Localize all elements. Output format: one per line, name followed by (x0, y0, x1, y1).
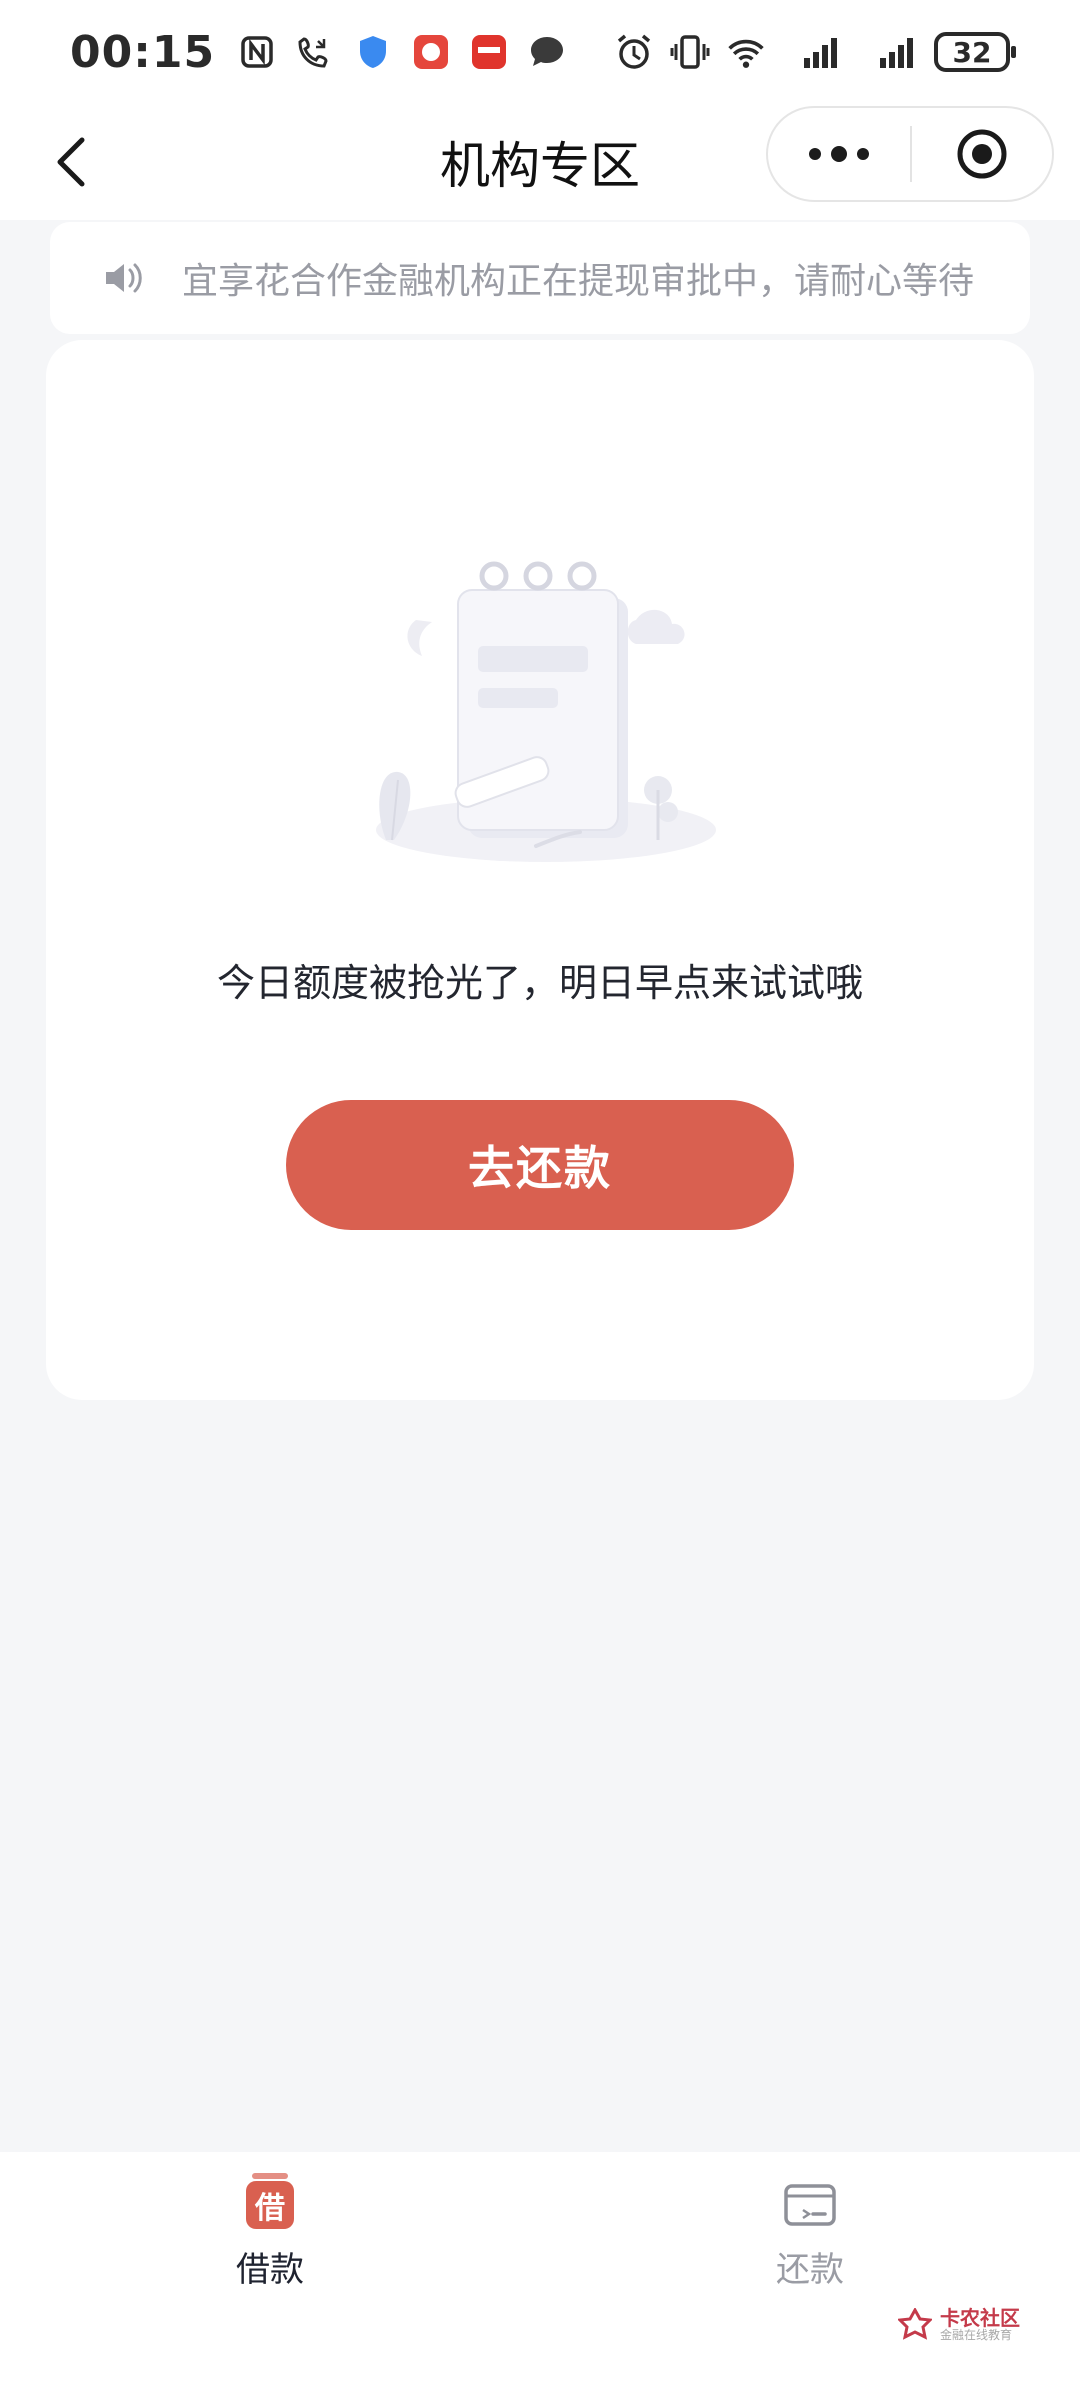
status-bar: 00:15 32 (0, 0, 1080, 104)
tab-repay-label: 还款 (776, 2250, 844, 2290)
watermark-title: 卡农社区 (940, 2306, 1020, 2331)
signal-5g-icon (782, 32, 842, 72)
alarm-icon (614, 32, 654, 72)
app-notification-icon-2 (469, 32, 509, 72)
tab-borrow-label: 借款 (236, 2250, 304, 2290)
empty-state-message: 今日额度被抢光了，明日早点来试试哦 (216, 961, 863, 1005)
vibrate-icon (670, 32, 710, 72)
screen: 00:15 32 机构专区 宜享花合作金融机构正在提现审批中，请耐心等待 今日额… (0, 0, 1080, 2400)
tab-borrow[interactable]: 借 借款 (0, 2152, 540, 2400)
status-right-icons: 32 (614, 32, 1016, 72)
borrow-tab-icon-wrap: 借 (243, 2173, 297, 2232)
notice-text: 宜享花合作金融机构正在提现审批中，请耐心等待 (182, 261, 975, 302)
call-icon (295, 32, 335, 72)
back-button[interactable] (40, 130, 104, 194)
battery-indicator: 32 (934, 32, 1016, 72)
status-left-icons (237, 32, 567, 72)
message-icon (527, 32, 567, 72)
borrow-icon: 借 (246, 2173, 294, 2229)
chevron-left-icon (57, 137, 85, 187)
signal-4g-icon (858, 32, 918, 72)
status-time: 00:15 (70, 26, 216, 78)
notice-bar: 宜享花合作金融机构正在提现审批中，请耐心等待 (50, 222, 1030, 334)
target-close-icon (957, 129, 1007, 179)
page-title: 机构专区 (440, 137, 640, 195)
app-notification-icon (411, 32, 451, 72)
more-dot-icon (831, 146, 847, 162)
wifi-icon (726, 32, 766, 72)
empty-notebook-illustration (376, 561, 716, 862)
mini-program-capsule (766, 106, 1054, 202)
watermark: 卡农社区 金融在线教育 (898, 2308, 1020, 2342)
more-button[interactable] (768, 108, 910, 200)
watermark-subtitle: 金融在线教育 (940, 2328, 1013, 2343)
close-mini-program-button[interactable] (912, 108, 1052, 200)
kanong-logo-icon (898, 2308, 932, 2340)
bottom-tab-bar: 借 借款 还款 (0, 2152, 1080, 2400)
nfc-icon (237, 32, 277, 72)
repay-card-icon (784, 2184, 836, 2226)
navigation-bar: 机构专区 (0, 104, 1080, 220)
speaker-icon (102, 258, 146, 298)
tab-repay[interactable]: 还款 (540, 2152, 1080, 2400)
go-repay-button[interactable]: 去还款 (286, 1100, 794, 1230)
empty-state-card: 今日额度被抢光了，明日早点来试试哦 去还款 (46, 340, 1034, 1400)
shield-icon (353, 32, 393, 72)
more-dot-icon (809, 148, 821, 160)
more-dot-icon (857, 148, 869, 160)
